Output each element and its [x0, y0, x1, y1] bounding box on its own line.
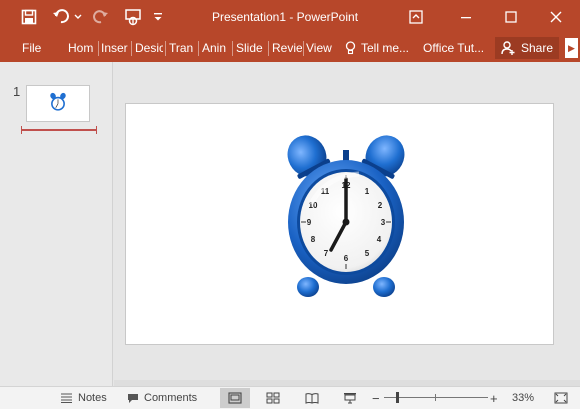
tab-animations[interactable]: Anin — [202, 34, 230, 62]
svg-text:7: 7 — [324, 249, 329, 258]
tab-separator — [198, 41, 199, 56]
normal-view-icon[interactable] — [220, 388, 250, 408]
slide-insertion-marker — [21, 126, 97, 134]
svg-text:5: 5 — [365, 249, 370, 258]
tab-separator — [98, 41, 99, 56]
zoom-out-button[interactable]: − — [372, 387, 380, 409]
quick-access-toolbar — [17, 0, 165, 34]
title-bar: Presentation1 - PowerPoint — [0, 0, 580, 34]
tab-file[interactable]: File — [22, 34, 41, 62]
svg-text:1: 1 — [365, 187, 370, 196]
customize-qat-icon[interactable] — [151, 5, 165, 29]
close-icon[interactable] — [534, 0, 578, 34]
tab-separator — [232, 41, 233, 56]
zoom-slider-thumb[interactable] — [396, 392, 399, 403]
tab-office-tut[interactable]: Office Tut... — [423, 34, 484, 62]
maximize-icon[interactable] — [489, 0, 533, 34]
tab-slide-show[interactable]: Slide — [236, 34, 267, 62]
tab-separator — [303, 41, 304, 56]
svg-text:8: 8 — [311, 235, 316, 244]
zoom-slider-track[interactable] — [384, 397, 488, 398]
tab-separator — [268, 41, 269, 56]
svg-text:6: 6 — [344, 254, 349, 263]
undo-dropdown-icon[interactable] — [73, 5, 83, 29]
window-title: Presentation1 - PowerPoint — [211, 10, 359, 24]
alarm-clock-image[interactable]: 12 1 2 3 4 5 6 7 8 9 10 11 — [281, 124, 411, 304]
slide-editing-area: 12 1 2 3 4 5 6 7 8 9 10 11 — [114, 62, 580, 386]
zoom-slider-midpoint — [435, 394, 436, 401]
reading-view-icon[interactable] — [297, 388, 327, 408]
share-label: Share — [520, 41, 554, 55]
start-from-beginning-icon[interactable] — [121, 5, 145, 29]
tell-me-label: Tell me... — [361, 41, 410, 55]
svg-text:2: 2 — [378, 201, 383, 210]
save-icon[interactable] — [17, 5, 41, 29]
tab-home[interactable]: Hom — [68, 34, 98, 62]
svg-text:4: 4 — [377, 235, 382, 244]
redo-icon[interactable] — [89, 5, 113, 29]
comments-label: Comments — [144, 392, 198, 404]
tab-separator — [131, 41, 132, 56]
comments-button[interactable]: Comments — [127, 387, 197, 409]
ribbon-display-options-icon[interactable] — [394, 0, 438, 34]
notes-label: Notes — [78, 392, 107, 404]
share-button[interactable]: Share — [495, 37, 559, 59]
share-person-icon — [501, 41, 516, 55]
zoom-in-button[interactable]: + — [490, 387, 498, 409]
ribbon-scroll-right-icon[interactable]: ▶ — [565, 38, 578, 58]
tab-transitions[interactable]: Tran — [169, 34, 196, 62]
tab-view[interactable]: View — [306, 34, 334, 62]
svg-text:3: 3 — [381, 218, 386, 227]
notes-button[interactable]: Notes — [60, 387, 107, 409]
ribbon-tabs: File Hom Inser Desic Tran Anin Slide Rev… — [0, 34, 580, 62]
slide-number: 1 — [13, 84, 21, 99]
minimize-icon[interactable] — [444, 0, 488, 34]
tab-design[interactable]: Desic — [135, 34, 163, 62]
undo-icon[interactable] — [49, 5, 73, 29]
slide-show-view-icon[interactable] — [335, 388, 365, 408]
comment-icon — [127, 393, 139, 404]
tell-me-search[interactable]: Tell me... — [345, 34, 409, 62]
slide-thumbnail-pane: 1 — [0, 62, 113, 386]
tab-separator — [165, 41, 166, 56]
zoom-level[interactable]: 33% — [512, 387, 534, 409]
slide-sorter-view-icon[interactable] — [258, 388, 288, 408]
slide-thumbnail[interactable] — [26, 85, 90, 122]
status-bar: Notes Comments − + 33% — [0, 386, 580, 409]
fit-slide-to-window-icon[interactable] — [546, 388, 576, 408]
tab-insert[interactable]: Inser — [101, 34, 130, 62]
slide-canvas[interactable]: 12 1 2 3 4 5 6 7 8 9 10 11 — [125, 103, 554, 345]
lightbulb-icon — [345, 41, 356, 55]
svg-text:9: 9 — [307, 218, 312, 227]
notes-icon — [60, 393, 73, 403]
alarm-clock-thumbnail-icon — [50, 92, 66, 111]
tab-review[interactable]: Revie — [272, 34, 302, 62]
